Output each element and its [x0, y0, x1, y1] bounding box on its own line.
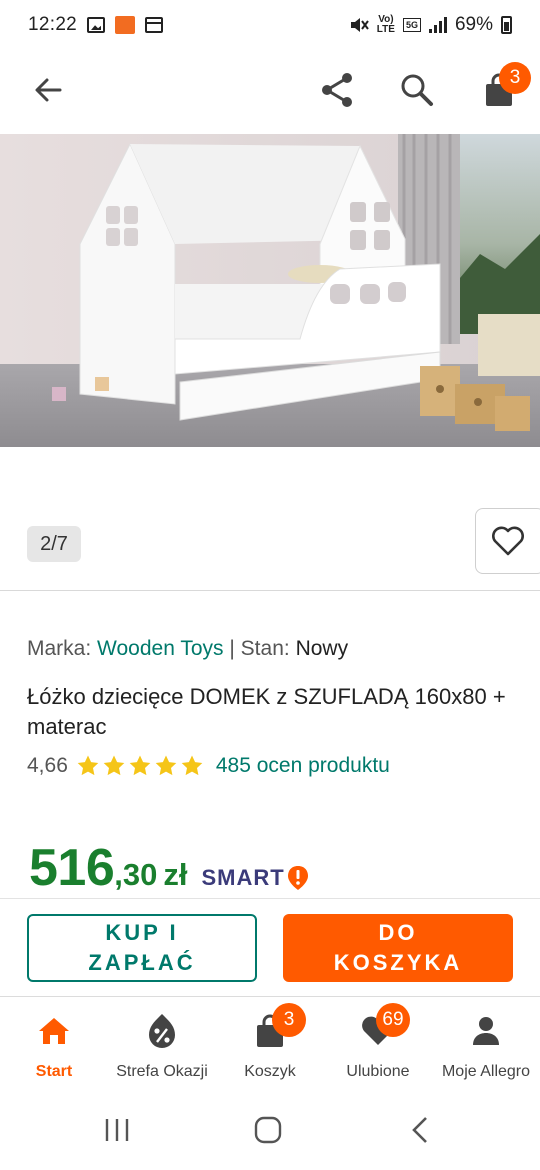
rating-line[interactable]: 4,66 485 ocen produktu — [27, 754, 390, 778]
system-nav-bar — [0, 1090, 540, 1170]
favorites-badge: 69 — [376, 1003, 410, 1037]
brand-condition-line: Marka: Wooden Toys | Stan: Nowy — [27, 637, 348, 661]
section-divider — [0, 590, 540, 591]
cart-button[interactable]: 3 — [473, 62, 531, 116]
battery-percent: 69% — [454, 14, 493, 35]
bottom-nav: Start Strefa Okazji 3 Koszyk 69 Ulubione — [0, 996, 540, 1086]
buy-now-button[interactable]: KUP I ZAPŁAĆ — [27, 914, 257, 982]
nav-item-cart[interactable]: 3 Koszyk — [216, 997, 324, 1086]
image-page-counter: 2/7 — [27, 526, 81, 562]
status-time: 12:22 — [28, 14, 78, 35]
nav-item-my-allegro[interactable]: Moje Allegro — [432, 997, 540, 1086]
separator: | — [229, 637, 235, 660]
price-fraction: ,30 — [114, 857, 158, 892]
user-icon — [468, 1013, 504, 1049]
nav-item-favorites[interactable]: 69 Ulubione — [324, 997, 432, 1086]
star-icon — [181, 755, 203, 776]
star-icon — [103, 755, 125, 776]
star-icon — [129, 755, 151, 776]
battery-icon — [501, 16, 512, 34]
mute-icon — [350, 18, 369, 32]
discount-icon — [144, 1013, 180, 1049]
back-system-button[interactable] — [400, 1110, 440, 1150]
search-icon — [401, 74, 433, 106]
buy-now-label-line1: KUP I — [105, 920, 179, 945]
home-system-button[interactable] — [248, 1110, 288, 1150]
status-left: 12:22 — [28, 14, 164, 36]
recent-apps-button[interactable] — [97, 1110, 137, 1150]
nav-label-cart: Koszyk — [244, 1063, 296, 1080]
volte-indicator: Vo) LTE — [376, 14, 395, 35]
search-button[interactable] — [391, 64, 443, 116]
share-icon — [322, 73, 352, 107]
brand-link[interactable]: Wooden Toys — [97, 637, 223, 660]
nav-label-start: Start — [35, 1063, 73, 1080]
calendar-notification-icon — [145, 17, 164, 33]
add-to-cart-button[interactable]: DO KOSZYKA — [283, 914, 513, 982]
home-circle-icon — [254, 1116, 282, 1144]
status-bar: 12:22 Vo) LTE 5G 69% — [0, 0, 540, 50]
add-to-cart-label-line1: DO — [378, 920, 418, 945]
gallery-row: 2/7 — [0, 508, 540, 578]
top-nav: 3 — [0, 50, 540, 130]
add-to-cart-label-line2: KOSZYKA — [333, 950, 463, 975]
cart-badge: 3 — [272, 1003, 306, 1037]
home-icon — [36, 1013, 72, 1049]
back-arrow-icon — [35, 78, 62, 102]
product-title: Łóżko dziecięce DOMEK z SZUFLADĄ 160x80 … — [27, 684, 506, 739]
brand-label: Marka: — [27, 637, 92, 660]
recent-apps-icon — [105, 1119, 129, 1141]
add-to-favorites-button[interactable] — [475, 508, 540, 574]
back-button[interactable] — [22, 64, 74, 116]
price-row: 516 ,30 zł SMART — [29, 838, 309, 898]
condition-label: Stan: — [240, 637, 290, 660]
reviews-link[interactable]: 485 ocen produktu — [216, 754, 390, 778]
product-image[interactable] — [0, 134, 540, 447]
price-currency: zł — [163, 857, 188, 892]
star-icon — [77, 755, 99, 776]
temu-notification-icon — [115, 16, 136, 34]
rating-value: 4,66 — [27, 754, 68, 777]
buy-now-label-line2: ZAPŁAĆ — [88, 950, 196, 975]
nav-item-start[interactable]: Start — [0, 997, 108, 1086]
smart-logo: SMART — [202, 865, 309, 891]
back-chevron-icon — [412, 1117, 427, 1143]
smart-label: SMART — [201, 865, 285, 890]
product-photo — [0, 134, 540, 447]
share-button[interactable] — [311, 64, 363, 116]
signal-icon — [428, 17, 447, 33]
gallery-notification-icon — [87, 17, 106, 33]
nav-label-my-allegro: Moje Allegro — [441, 1063, 531, 1080]
smart-mark-icon — [287, 866, 308, 890]
condition-value: Nowy — [295, 637, 349, 660]
status-right: Vo) LTE 5G 69% — [349, 14, 512, 36]
nav-label-favorites: Ulubione — [346, 1063, 410, 1080]
heart-outline-icon — [492, 526, 524, 556]
nav-label-deals: Strefa Okazji — [116, 1063, 208, 1080]
price-main: 516 — [29, 839, 115, 897]
nav-item-deals[interactable]: Strefa Okazji — [108, 997, 216, 1086]
action-bar: KUP I ZAPŁAĆ DO KOSZYKA — [0, 898, 540, 996]
star-icon — [155, 755, 177, 776]
network-5g-indicator: 5G — [402, 18, 421, 32]
cart-count-badge: 3 — [499, 62, 531, 94]
rating-stars — [76, 754, 204, 778]
